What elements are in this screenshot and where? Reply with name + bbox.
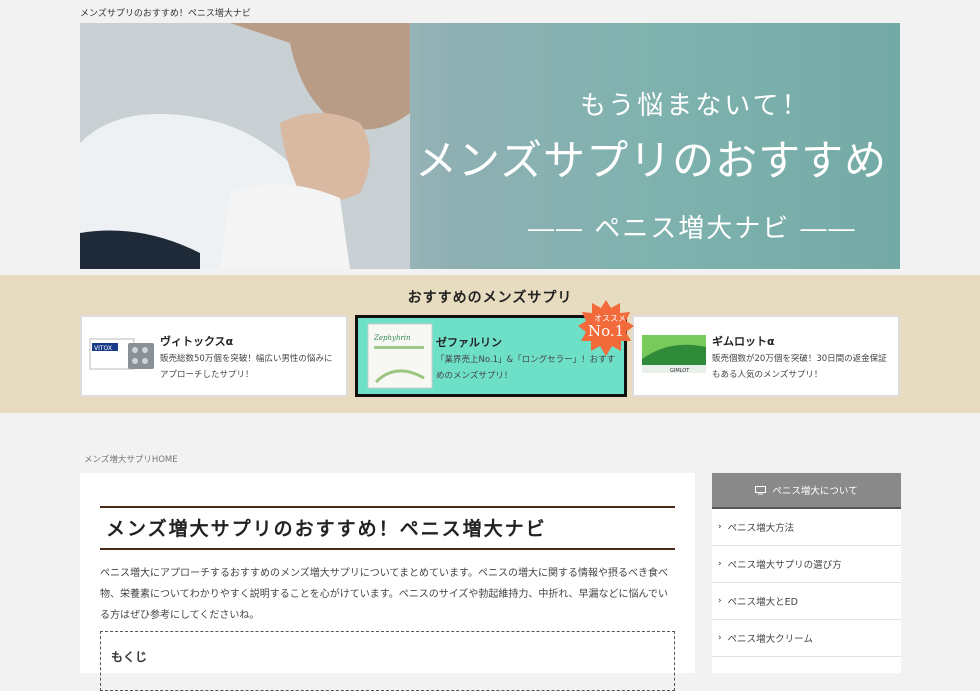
main-article: メンズ増大サプリのおすすめ！ペニス増大ナビ ペニス増大にアプローチするおすすめの… [80, 473, 695, 691]
badge-rank: No.1 [588, 322, 625, 340]
sidebar-item-ed[interactable]: › ペニス増大とED [712, 583, 901, 620]
hero-headline: メンズサプリのおすすめ [415, 136, 888, 185]
product-name: ゼファルリン [436, 336, 502, 349]
monitor-icon [755, 485, 767, 494]
sidebar: ペニス増大について › ペニス増大方法 › ペニス増大サプリの選び方 › ペニス… [712, 473, 901, 673]
gimlot-package-image: GIMLOT [642, 335, 706, 374]
svg-text:Zephyhrin: Zephyhrin [373, 334, 411, 342]
hero-tagline: もう悩まないて！ [580, 91, 811, 121]
sidebar-item-label: ペニス増大とED [727, 597, 798, 608]
chevron-right-icon: › [718, 633, 722, 643]
product-name: ギムロットα [712, 335, 775, 348]
article-intro: ペニス増大にアプローチするおすすめのメンズ増大サプリについてまとめています。ペニ… [100, 568, 668, 621]
product-description: 販売総数50万個を突破！幅広い男性の悩みにアプローチしたサプリ！ [160, 354, 333, 380]
sidebar-item-enlargement-method[interactable]: › ペニス増大方法 [712, 509, 901, 546]
product-description: 販売個数が20万個を突破！30日間の返金保証もある人気のメンズサプリ！ [712, 354, 887, 380]
product-name: ヴィトックスα [160, 335, 234, 348]
sidebar-heading: ペニス増大について [712, 473, 901, 509]
breadcrumb[interactable]: メンズ増大サプリHOME [84, 453, 178, 465]
toc-title: もくじ [111, 650, 148, 664]
sidebar-item-label: ペニス増大クリーム [727, 634, 813, 645]
chevron-right-icon: › [718, 522, 722, 532]
recommend-section: おすすめのメンズサプリ VITOX ヴィトックスα 販売総数50万個を突破！幅広… [0, 275, 980, 413]
chevron-right-icon: › [718, 596, 722, 606]
svg-text:GIMLOT: GIMLOT [670, 368, 690, 374]
sidebar-item-label: ペニス増大方法 [727, 523, 795, 534]
product-card-vitox[interactable]: VITOX ヴィトックスα 販売総数50万個を突破！幅広い男性の悩みにアプローチ… [80, 315, 348, 397]
product-card-gimlot[interactable]: GIMLOT ギムロットα 販売個数が20万個を突破！30日間の返金保証もある人… [632, 315, 900, 397]
hero-subtitle: ―― ペニス増大ナビ ―― [528, 214, 857, 244]
recommend-title: おすすめのメンズサプリ [407, 290, 573, 306]
site-title[interactable]: メンズサプリのおすすめ！ペニス増大ナビ [80, 6, 251, 19]
sidebar-item-label: ペニス増大サプリの選び方 [727, 560, 842, 571]
sidebar-heading-label: ペニス増大について [772, 486, 858, 497]
hero-banner[interactable]: もう悩まないて！ メンズサプリのおすすめ ―― ペニス増大ナビ ―― [80, 23, 900, 269]
sidebar-item-cream[interactable]: › ペニス増大クリーム [712, 620, 901, 657]
chevron-right-icon: › [718, 559, 722, 569]
table-of-contents: もくじ [100, 631, 675, 691]
vitox-package-image: VITOX [89, 338, 154, 370]
man-thinking-illustration [80, 23, 410, 269]
svg-text:VITOX: VITOX [94, 345, 112, 352]
zephyhrin-package-image: Zephyhrin [367, 323, 433, 389]
page-title: メンズ増大サプリのおすすめ！ペニス増大ナビ [100, 506, 675, 550]
product-description: 「業界売上No.1」&「ロングセラー」！おすすめのメンズサプリ！ [436, 355, 616, 381]
sidebar-item-supplement-guide[interactable]: › ペニス増大サプリの選び方 [712, 546, 901, 583]
